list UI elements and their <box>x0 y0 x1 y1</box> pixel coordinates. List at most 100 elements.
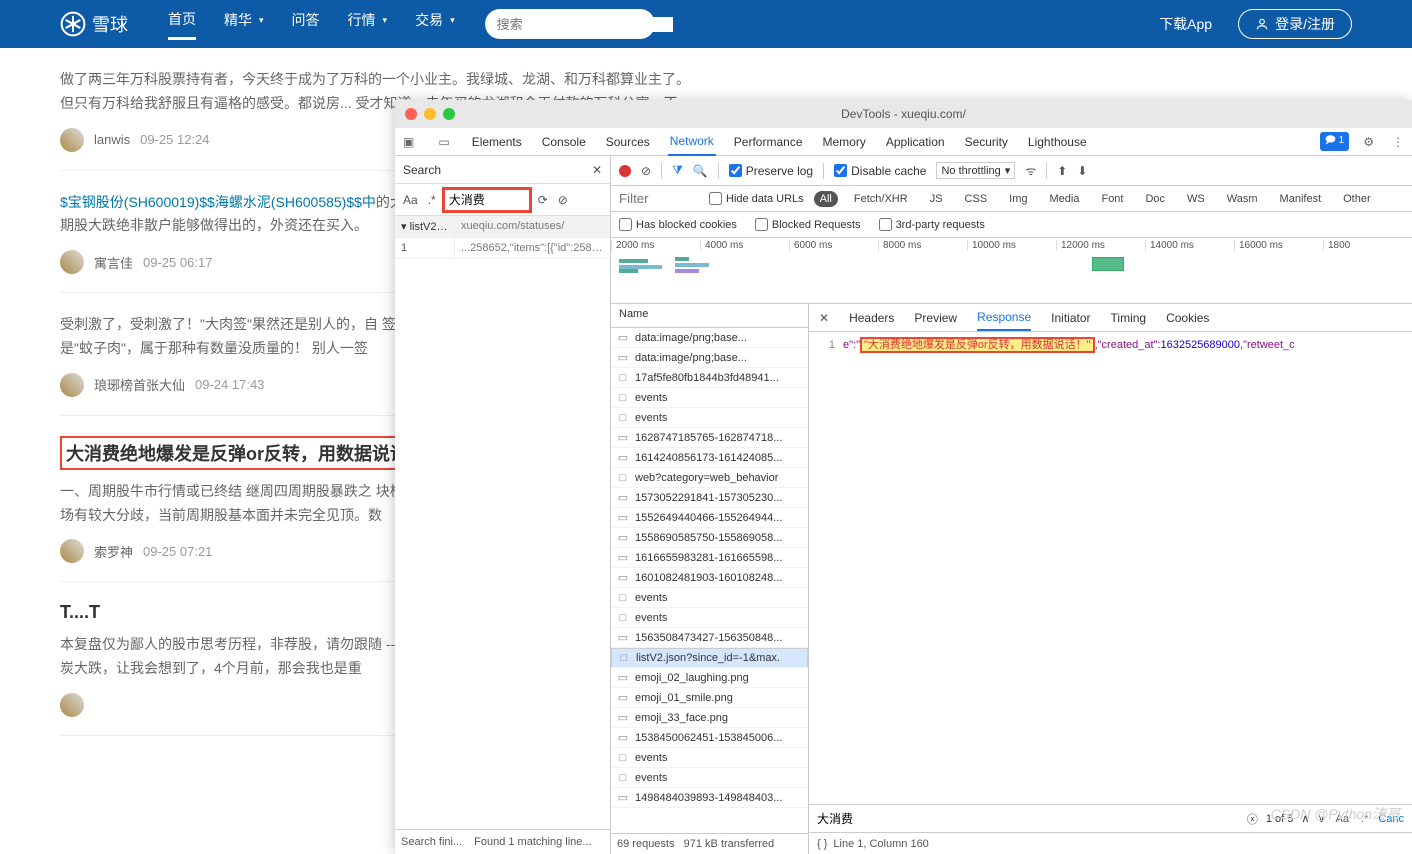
device-icon[interactable]: ▭ <box>434 135 453 149</box>
request-row[interactable]: □events <box>611 388 808 408</box>
tab-elements[interactable]: Elements <box>470 129 524 155</box>
request-row[interactable]: ▭emoji_01_smile.png <box>611 688 808 708</box>
tab-lighthouse[interactable]: Lighthouse <box>1026 129 1089 155</box>
wifi-icon[interactable]: ᯤ <box>1025 162 1036 179</box>
avatar[interactable] <box>60 250 84 274</box>
avatar[interactable] <box>60 693 84 717</box>
nav-home[interactable]: 首页 <box>168 9 196 40</box>
avatar[interactable] <box>60 128 84 152</box>
filter-fetch[interactable]: Fetch/XHR <box>848 191 914 207</box>
clear-find-icon[interactable]: ⓧ <box>1247 811 1258 827</box>
request-row[interactable]: □events <box>611 408 808 428</box>
filter-other[interactable]: Other <box>1337 191 1377 207</box>
tab-security[interactable]: Security <box>963 129 1010 155</box>
close-icon[interactable]: ✕ <box>592 163 602 177</box>
avatar[interactable] <box>60 373 84 397</box>
find-input[interactable] <box>817 812 1239 826</box>
search-input[interactable] <box>497 17 673 32</box>
request-row[interactable]: ▭1573052291841-157305230... <box>611 488 808 508</box>
window-titlebar[interactable]: DevTools - xueqiu.com/ <box>395 100 1412 128</box>
third-party-checkbox[interactable]: 3rd-party requests <box>879 218 985 231</box>
search-query-input[interactable] <box>444 189 530 211</box>
request-row[interactable]: ▭1552649440466-155264944... <box>611 508 808 528</box>
filter-doc[interactable]: Doc <box>1139 191 1171 207</box>
filter-img[interactable]: Img <box>1003 191 1033 207</box>
post-title-highlight[interactable]: 大消费绝地爆发是反弹or反转，用数据说话 <box>60 436 414 470</box>
filter-ws[interactable]: WS <box>1181 191 1211 207</box>
search-result-line[interactable]: 1...258652,"items":[{"id":258666,"... <box>395 238 610 259</box>
nav-jinghua[interactable]: 精华 <box>224 9 264 40</box>
nav-hangqing[interactable]: 行情 <box>348 9 388 40</box>
request-row[interactable]: ▭emoji_33_face.png <box>611 708 808 728</box>
filter-media[interactable]: Media <box>1044 191 1086 207</box>
settings-icon[interactable]: ⚙ <box>1359 135 1378 149</box>
filter-js[interactable]: JS <box>924 191 949 207</box>
preserve-log-checkbox[interactable]: Preserve log <box>729 164 813 178</box>
match-case-icon[interactable]: Aa <box>401 193 420 207</box>
tab-sources[interactable]: Sources <box>604 129 652 155</box>
nav-wenda[interactable]: 问答 <box>292 9 320 40</box>
search-box[interactable] <box>485 9 655 39</box>
close-icon[interactable]: ✕ <box>819 311 829 325</box>
request-row[interactable]: ▭data:image/png;base... <box>611 328 808 348</box>
search-icon[interactable] <box>673 15 689 34</box>
nav-jiaoyi[interactable]: 交易 <box>415 9 455 40</box>
tab-network[interactable]: Network <box>668 128 716 156</box>
filter-css[interactable]: CSS <box>959 191 994 207</box>
request-row[interactable]: ▭data:image/png;base... <box>611 348 808 368</box>
request-row[interactable]: □events <box>611 748 808 768</box>
blocked-cookies-checkbox[interactable]: Has blocked cookies <box>619 218 737 231</box>
username[interactable]: 索罗神 <box>94 542 133 561</box>
filter-wasm[interactable]: Wasm <box>1221 191 1264 207</box>
hide-data-urls-checkbox[interactable]: Hide data URLs <box>709 192 804 205</box>
waterfall-timeline[interactable]: 2000 ms4000 ms6000 ms8000 ms10000 ms1200… <box>611 238 1412 304</box>
refresh-icon[interactable]: ⟳ <box>536 193 550 207</box>
filter-font[interactable]: Font <box>1095 191 1129 207</box>
issues-badge[interactable]: 🗩 1 <box>1320 132 1349 151</box>
request-row[interactable]: □events <box>611 768 808 788</box>
request-row[interactable]: ▭1601082481903-160108248... <box>611 568 808 588</box>
inspect-icon[interactable]: ▣ <box>399 135 418 149</box>
export-icon[interactable]: ⬇ <box>1077 164 1087 178</box>
clear-icon[interactable]: ⊘ <box>641 164 651 178</box>
disable-cache-checkbox[interactable]: Disable cache <box>834 164 926 178</box>
username[interactable]: lanwis <box>94 132 130 147</box>
request-row[interactable]: ▭1498484039893-149848403... <box>611 788 808 808</box>
tab-application[interactable]: Application <box>884 129 947 155</box>
avatar[interactable] <box>60 539 84 563</box>
request-list-header[interactable]: Name <box>611 304 808 328</box>
tab-cookies[interactable]: Cookies <box>1166 306 1209 330</box>
request-row[interactable]: □listV2.json?since_id=-1&max. <box>611 648 808 668</box>
tab-console[interactable]: Console <box>540 129 588 155</box>
search-result-file[interactable]: ▾ listV2.jsonxueqiu.com/statuses/ <box>395 216 610 238</box>
request-row[interactable]: ▭1616655983281-161665598... <box>611 548 808 568</box>
request-row[interactable]: □17af5fe80fb1844b3fd48941... <box>611 368 808 388</box>
filter-all[interactable]: All <box>814 191 838 207</box>
request-row[interactable]: ▭emoji_02_laughing.png <box>611 668 808 688</box>
request-row[interactable]: ▭1563508473427-156350848... <box>611 628 808 648</box>
regex-icon[interactable]: .* <box>426 193 438 207</box>
request-row[interactable]: ▭1628747185765-162874718... <box>611 428 808 448</box>
tab-preview[interactable]: Preview <box>914 306 957 330</box>
tab-performance[interactable]: Performance <box>732 129 805 155</box>
stock-link[interactable]: $宝钢股份(SH600019)$$海螺水泥(SH600585)$$中 <box>60 194 376 210</box>
username[interactable]: 寓言佳 <box>94 253 133 272</box>
filter-manifest[interactable]: Manifest <box>1274 191 1328 207</box>
clear-icon[interactable]: ⊘ <box>556 193 570 207</box>
import-icon[interactable]: ⬆ <box>1057 164 1067 178</box>
request-row[interactable]: ▭1614240856173-161424085... <box>611 448 808 468</box>
request-row[interactable]: ▭1538450062451-153845006... <box>611 728 808 748</box>
search-icon[interactable]: 🔍 <box>693 164 708 178</box>
throttling-select[interactable]: No throttling▾ <box>936 162 1015 179</box>
brand-logo[interactable]: 雪球 <box>60 11 128 37</box>
tab-initiator[interactable]: Initiator <box>1051 306 1090 330</box>
blocked-requests-checkbox[interactable]: Blocked Requests <box>755 218 861 231</box>
request-row[interactable]: □web?category=web_behavior <box>611 468 808 488</box>
record-icon[interactable] <box>619 165 631 177</box>
tab-memory[interactable]: Memory <box>821 129 868 155</box>
request-row[interactable]: ▭1558690585750-155869058... <box>611 528 808 548</box>
request-row[interactable]: □events <box>611 608 808 628</box>
tab-headers[interactable]: Headers <box>849 306 894 330</box>
login-button[interactable]: 登录/注册 <box>1238 9 1352 39</box>
download-app[interactable]: 下载App <box>1159 14 1212 34</box>
